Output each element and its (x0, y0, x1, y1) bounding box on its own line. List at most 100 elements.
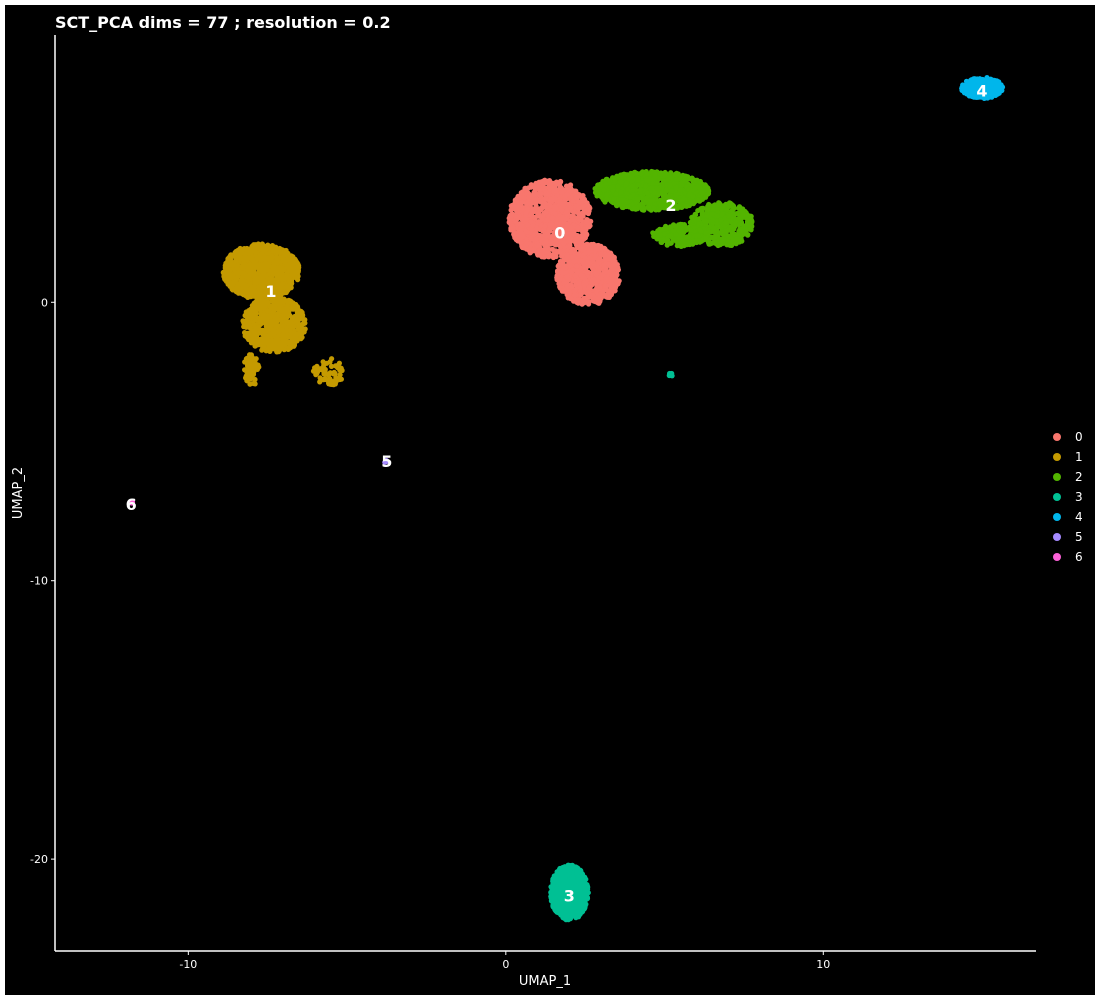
cluster-1-point (260, 305, 266, 311)
cluster-1-point (243, 285, 249, 291)
cluster-1-point (260, 328, 266, 334)
cluster-0-point (565, 222, 571, 228)
cluster-2-point (604, 196, 610, 202)
cluster-0-point (557, 216, 564, 222)
points-layer (128, 75, 1006, 923)
cluster-2-point (656, 185, 662, 191)
cluster-1-point (280, 332, 286, 338)
cluster-2-point (618, 189, 624, 195)
cluster-0-point (506, 218, 513, 225)
cluster-0-point (571, 258, 577, 264)
cluster-1-point (274, 337, 280, 343)
cluster-2-point (623, 182, 629, 188)
cluster-0-point (533, 198, 540, 204)
cluster-1-point (328, 363, 335, 369)
cluster-1-point (262, 260, 268, 266)
cluster-1-point (255, 299, 261, 305)
cluster-1-point (267, 257, 274, 263)
cluster-0-point (541, 249, 547, 255)
cluster-0-point (555, 180, 562, 186)
cluster-0-point (561, 288, 567, 294)
cluster-1-point (327, 381, 334, 387)
cluster-1-point (281, 312, 287, 318)
cluster-0-point (600, 272, 606, 278)
cluster-2-point (616, 201, 622, 207)
cluster-0-point (525, 222, 531, 228)
cluster-1-point (256, 245, 262, 251)
cluster-0-point (579, 301, 585, 307)
cluster-0-point (519, 199, 525, 206)
cluster-2-point (725, 227, 731, 233)
cluster-1-point (266, 340, 272, 347)
cluster-0-point (552, 205, 559, 212)
cluster-0-point (564, 208, 570, 214)
cluster-2-point (724, 242, 730, 248)
cluster-1-point (337, 376, 343, 383)
cluster-0-point (586, 255, 592, 261)
cluster-0-point (515, 215, 521, 221)
cluster-0-point (533, 236, 539, 242)
cluster-1-point (263, 246, 269, 252)
cluster-0-point (614, 272, 620, 278)
cluster-1-point (251, 268, 257, 274)
cluster-0-point (606, 289, 612, 295)
cluster-1-point (246, 276, 252, 282)
cluster-0-point (601, 288, 607, 294)
cluster-2-point (705, 206, 711, 213)
cluster-2-point (620, 174, 626, 180)
cluster-2-point (723, 219, 729, 226)
cluster-1-point (227, 267, 233, 273)
cluster-0-point (575, 216, 581, 222)
cluster-0-point (554, 268, 561, 274)
cluster-2-point (735, 210, 741, 216)
cluster-0-point (524, 240, 530, 246)
cluster-2-point (668, 188, 674, 194)
cluster-1-point (235, 285, 241, 292)
cluster-1-point (289, 315, 295, 321)
cluster-1-point (314, 369, 321, 375)
cluster-0-point (610, 276, 617, 282)
cluster-0-point (591, 241, 597, 247)
cluster-0-point (564, 191, 570, 197)
cluster-1-point (293, 331, 299, 337)
cluster-0-point (539, 205, 545, 211)
cluster-2-point (683, 173, 689, 179)
cluster-0-point (543, 239, 550, 245)
cluster-0-point (584, 219, 590, 225)
cluster-2-point (601, 187, 607, 193)
cluster-2-point (609, 184, 616, 190)
cluster-1-point (251, 369, 257, 375)
cluster-2-point (725, 233, 731, 239)
plot-frame: SCT_PCA dims = 77 ; resolution = 0.2 012… (5, 5, 1095, 995)
cluster-0-point (519, 205, 525, 211)
cluster-1-point (277, 294, 283, 300)
cluster-1-point (327, 370, 333, 376)
cluster-0-point (523, 210, 529, 216)
cluster-0-point (573, 236, 579, 242)
cluster-1-point (248, 376, 254, 382)
cluster-2-point (592, 186, 598, 192)
cluster-0-point (607, 251, 613, 257)
cluster-2-point (637, 187, 643, 193)
cluster-0-point (508, 207, 514, 213)
cluster-0-point (535, 211, 541, 217)
cluster-0-point (585, 269, 591, 275)
cluster-0-point (559, 201, 565, 207)
cluster-0-point (545, 178, 551, 184)
cluster-1-point (231, 286, 237, 292)
cluster-0-point (580, 260, 586, 266)
cluster-1-point (256, 267, 262, 274)
cluster-1-point (276, 328, 282, 334)
cluster-0-point (578, 272, 584, 278)
cluster-0-point (597, 284, 603, 290)
cluster-0-point (585, 242, 592, 248)
cluster-2-point (709, 217, 716, 223)
cluster-0-point (601, 264, 607, 270)
cluster-2-point (618, 179, 624, 185)
cluster-0-point (593, 246, 599, 252)
cluster-2-point (711, 225, 717, 231)
cluster-1-point (301, 329, 307, 335)
cluster-1-point (247, 262, 253, 268)
cluster-0-point (564, 252, 570, 258)
cluster-2-point (712, 234, 718, 240)
